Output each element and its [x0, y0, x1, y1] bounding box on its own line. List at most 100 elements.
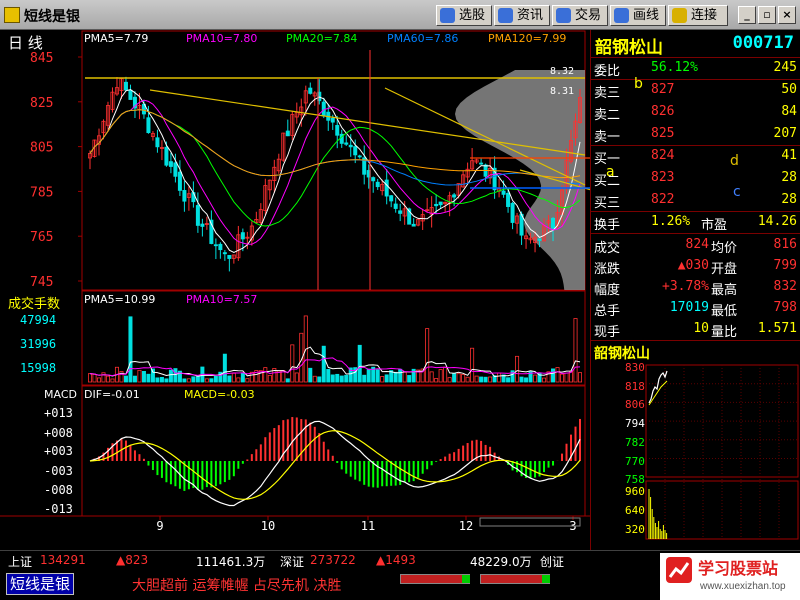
quote-panel: 委比 56.12% 245 卖三 827 50 卖二 826 84 卖一 825 207 买一 8…: [590, 58, 800, 340]
candle-body: [330, 118, 335, 123]
status-led-icon: [542, 575, 550, 583]
progress-indicator: [480, 574, 550, 584]
candle-body: [308, 87, 313, 94]
volume-bar: [168, 369, 173, 383]
stat-label: 量比: [711, 325, 738, 340]
mini-chart-title: 韶钢松山: [594, 346, 650, 362]
app-title: 短线是银: [24, 9, 80, 25]
order-volume: 41: [781, 148, 797, 163]
candle-body: [164, 146, 169, 166]
volume-axis-tick: 47994: [20, 313, 56, 327]
sell-order-row: 卖三 827 50: [591, 80, 800, 101]
candle-body: [344, 142, 349, 145]
macd-value-label: MACD=-0.03: [184, 388, 255, 401]
price-axis-tick: 785: [30, 185, 53, 200]
restore-button[interactable]: ▫: [758, 6, 776, 24]
kline-chart-area[interactable]: 845 825 805 785 765 745 8.32 8.31 47994 31996 1599…: [0, 30, 590, 540]
volume-bar: [321, 345, 326, 383]
turnover-value: 1.26%: [651, 214, 691, 229]
volume-ma-label: PMA10=7.57: [186, 293, 258, 306]
mini-volume-tick: 320: [625, 523, 645, 536]
stat-label: 成交: [594, 241, 621, 256]
volume-bar: [375, 369, 380, 383]
volume-bar: [227, 375, 232, 383]
stock-code: 000717: [732, 33, 794, 53]
stat-label: 最低: [711, 304, 738, 319]
stat-value: 798: [773, 300, 797, 315]
candle-body: [335, 125, 340, 136]
price-annotation: 8.31: [550, 86, 574, 97]
buy-order-row: 买三 822 28: [591, 190, 800, 211]
volume-bar: [407, 375, 412, 383]
sh-index-label: 上证: [8, 555, 33, 569]
toolbar-button-label: 连接: [691, 8, 718, 23]
macd-axis-tick: +013: [44, 406, 73, 420]
volume-bar: [393, 371, 398, 383]
candle-body: [384, 179, 389, 197]
order-volume: 207: [773, 126, 797, 141]
candle-body: [537, 238, 542, 241]
sz-amount: 48229.0万: [470, 555, 532, 569]
ma-label: PMA5=7.79: [84, 32, 149, 45]
candle-body: [155, 137, 160, 148]
order-price: 824: [651, 148, 675, 163]
volume-bar: [524, 377, 529, 383]
macd-axis-tick: -008: [44, 483, 73, 497]
volume-bar: [317, 376, 322, 383]
toolbar-button[interactable]: 画线: [610, 5, 666, 26]
candle-body: [398, 210, 403, 214]
volume-bar: [164, 378, 169, 383]
stat-label: 开盘: [711, 262, 738, 277]
close-button[interactable]: ×: [778, 6, 796, 24]
volume-bar: [222, 353, 227, 383]
order-label: 买三: [594, 196, 621, 211]
turnover-row: 换手 1.26% 市盈 14.26: [591, 212, 800, 233]
macd-axis-tick: +003: [44, 444, 73, 458]
progress-indicator: [400, 574, 470, 584]
toolbar-button[interactable]: 选股: [436, 5, 492, 26]
ma-label: PMA10=7.80: [186, 32, 258, 45]
volume-bar: [479, 376, 484, 383]
trendline-letter: a: [606, 164, 615, 180]
kline-chart: 845 825 805 785 765 745 8.32 8.31 47994 31996 1599…: [0, 30, 590, 540]
volume-bar: [519, 376, 524, 383]
volume-bar: [213, 375, 218, 383]
quote-stat-row: 现手 10 量比 1.571: [591, 319, 800, 340]
stat-value: 10: [693, 321, 709, 336]
order-label: 卖二: [594, 108, 621, 123]
sell-order-row: 卖一 825 207: [591, 124, 800, 145]
mini-volume-tick: 960: [625, 485, 645, 498]
sell-order-row: 卖二 826 84: [591, 102, 800, 123]
volume-bar: [123, 375, 128, 383]
toolbar-button[interactable]: 资讯: [494, 5, 550, 26]
price-axis-tick: 845: [30, 51, 53, 66]
intraday-mini-chart[interactable]: 韶钢松山 830 818 806 794 782 770 758 960 640 320: [590, 340, 800, 550]
stat-value: 17019: [669, 300, 709, 315]
order-price: 823: [651, 170, 675, 185]
mini-price-tick: 782: [625, 435, 645, 449]
stat-label: 均价: [711, 241, 738, 256]
volume-bar: [384, 374, 389, 383]
volume-bar: [398, 368, 403, 383]
macd-dif-label: DIF=-0.01: [84, 388, 140, 401]
mini-price-tick: 770: [625, 454, 645, 468]
minimize-button[interactable]: _: [738, 6, 756, 24]
stat-value: 832: [773, 279, 797, 294]
macd-axis-tick: +008: [44, 426, 73, 440]
status-led-icon: [462, 575, 470, 583]
candle-body: [200, 223, 205, 227]
candle-body: [501, 190, 506, 195]
weibi-value: 56.12%: [651, 60, 698, 75]
trendline-letter: b: [634, 76, 643, 92]
toolbar-button[interactable]: 交易: [552, 5, 608, 26]
volume-bar: [326, 369, 331, 383]
candle-body: [411, 223, 416, 227]
order-volume: 50: [781, 82, 797, 97]
toolbar-button[interactable]: 连接: [668, 5, 728, 26]
turnover-label: 换手: [594, 218, 621, 233]
price-axis-tick: 745: [30, 275, 53, 290]
order-price: 826: [651, 104, 675, 119]
ticker-button[interactable]: 短线是银: [6, 573, 75, 595]
order-label: 卖一: [594, 130, 621, 145]
candle-body: [452, 194, 457, 198]
